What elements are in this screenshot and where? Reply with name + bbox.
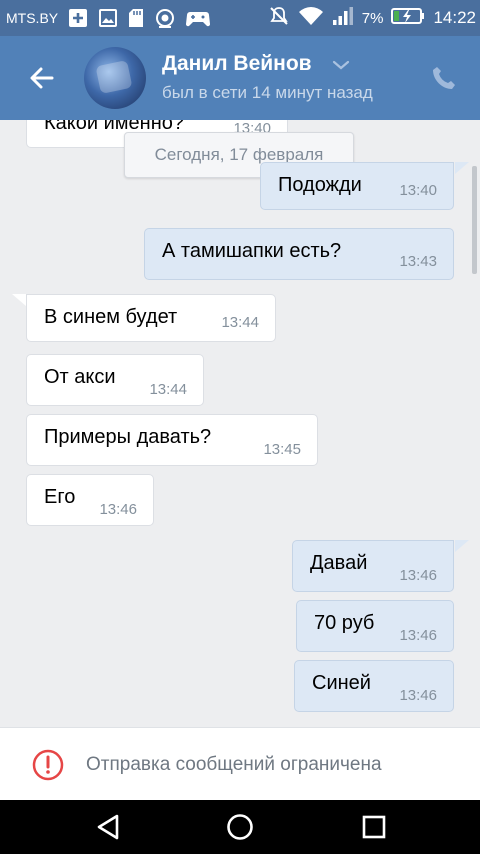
image-icon [98, 8, 118, 28]
message-time: 13:44 [221, 314, 259, 331]
message-text: 70 руб [314, 612, 375, 634]
sd-card-icon [128, 8, 144, 28]
nav-home-button[interactable] [226, 813, 254, 841]
nav-recents-button[interactable] [360, 813, 388, 841]
location-target-icon [154, 7, 176, 29]
message-time: 13:43 [399, 253, 437, 270]
message-text: Синей [312, 672, 371, 694]
bubble-tail [455, 540, 469, 552]
wifi-icon [298, 6, 324, 30]
message-bubble-outgoing[interactable]: Подожди 13:40 [260, 162, 454, 210]
message-time: 13:46 [99, 501, 137, 518]
message-bubble-outgoing[interactable]: 70 руб 13:46 [296, 600, 454, 652]
message-bubble-incoming[interactable]: Примеры давать? 13:45 [26, 414, 318, 466]
gamepad-icon [186, 9, 211, 27]
home-circle-icon [227, 814, 253, 840]
contact-last-seen: был в сети 14 минут назад [162, 83, 373, 102]
arrow-back-icon [30, 67, 54, 89]
clock: 14:22 [433, 8, 476, 27]
message-text: В синем будет [44, 306, 178, 328]
message-bubble-outgoing[interactable]: Давай 13:46 [292, 540, 454, 592]
chevron-down-icon[interactable] [332, 58, 350, 76]
message-bubble-outgoing[interactable]: А тамишапки есть? 13:43 [144, 228, 454, 280]
plus-box-icon [68, 8, 88, 28]
message-time: 13:45 [263, 441, 301, 458]
signal-icon [332, 6, 354, 30]
status-bar: MTS.BY 7% 14:22 [0, 0, 480, 36]
chat-header: Данил Вейнов был в сети 14 минут назад [0, 36, 480, 120]
message-bubble-outgoing[interactable]: Синей 13:46 [294, 660, 454, 712]
nav-back-button[interactable] [94, 813, 122, 841]
system-nav-bar [0, 800, 480, 854]
message-text: Давай [310, 552, 368, 574]
back-button[interactable] [22, 58, 62, 98]
message-restriction-bar: Отправка сообщений ограничена [0, 727, 480, 800]
message-bubble-incoming[interactable]: От акси 13:44 [26, 354, 204, 406]
message-text: А тамишапки есть? [162, 240, 342, 262]
recents-square-icon [362, 815, 386, 839]
message-text: От акси [44, 366, 116, 388]
message-text: Подожди [278, 174, 362, 196]
bubble-tail [455, 162, 469, 174]
message-list[interactable]: Какой именно? 13:40 Сегодня, 17 февраля … [0, 120, 480, 727]
message-time: 13:46 [399, 627, 437, 644]
message-text: Его [44, 486, 76, 508]
carrier-label: MTS.BY [6, 10, 59, 26]
battery-percent: 7% [361, 9, 384, 27]
contact-name[interactable]: Данил Вейнов [162, 52, 312, 76]
scrollbar[interactable] [472, 166, 477, 274]
message-time: 13:46 [399, 567, 437, 584]
message-time: 13:44 [149, 381, 187, 398]
message-bubble-incoming[interactable]: В синем будет 13:44 [26, 294, 276, 342]
alert-circle-icon [32, 749, 64, 786]
phone-icon [433, 67, 455, 89]
message-time: 13:40 [399, 182, 437, 199]
restriction-text: Отправка сообщений ограничена [86, 754, 382, 775]
back-triangle-icon [97, 814, 119, 840]
message-time: 13:46 [399, 687, 437, 704]
message-text: Примеры давать? [44, 426, 212, 448]
battery-charging-icon [391, 7, 425, 29]
message-bubble-incoming[interactable]: Его 13:46 [26, 474, 154, 526]
contact-avatar[interactable] [84, 47, 146, 109]
status-indicators: 7% 14:22 [268, 0, 476, 36]
call-button[interactable] [426, 60, 462, 96]
bubble-tail [12, 294, 26, 306]
mute-icon [268, 5, 290, 31]
